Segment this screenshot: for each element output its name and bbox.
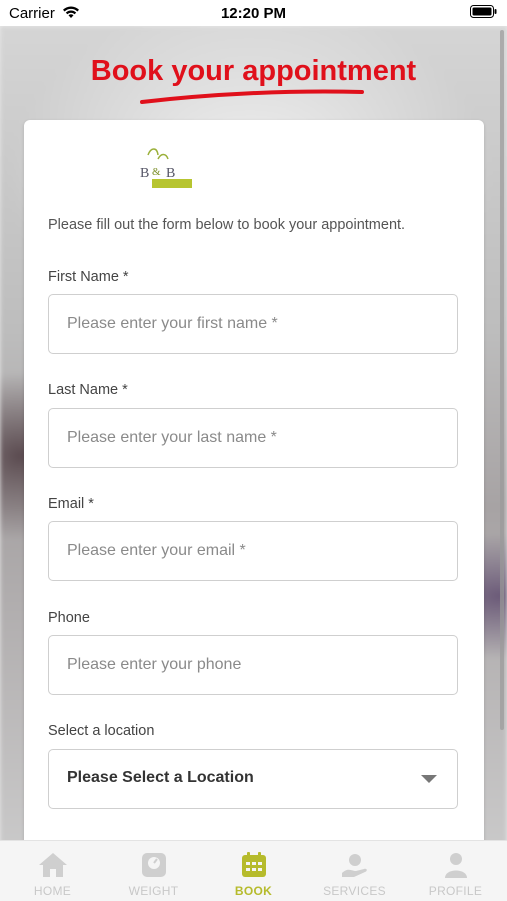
title-underline <box>140 89 364 104</box>
profile-icon <box>445 853 467 878</box>
tab-services-label: SERVICES <box>323 884 386 898</box>
first-name-label: First Name * <box>48 269 129 285</box>
tab-book-label: BOOK <box>234 884 273 898</box>
services-icon <box>342 854 367 877</box>
tab-home[interactable]: HOME <box>2 841 103 901</box>
home-icon <box>39 853 67 877</box>
tab-bar: HOME WEIGHT BOOK SERVICES PROFILE <box>0 840 507 901</box>
svg-text:&: & <box>152 166 161 178</box>
location-label: Select a location <box>48 723 155 739</box>
chevron-down-icon <box>421 775 437 783</box>
clock: 12:20 PM <box>220 5 287 22</box>
phone-label: Phone <box>48 610 90 626</box>
tab-profile[interactable]: PROFILE <box>405 841 506 901</box>
phone-input[interactable] <box>49 636 457 694</box>
email-label: Email * <box>48 496 94 512</box>
last-name-label: Last Name * <box>48 382 128 398</box>
status-bar: Carrier 12:20 PM <box>0 0 507 26</box>
last-name-field[interactable] <box>48 408 458 468</box>
phone-field[interactable] <box>48 635 458 695</box>
tab-book[interactable]: BOOK <box>203 841 304 901</box>
first-name-field[interactable] <box>48 294 458 354</box>
svg-text:B: B <box>166 166 175 181</box>
location-select[interactable]: Please Select a Location <box>48 749 458 809</box>
scrollbar[interactable] <box>500 30 504 730</box>
email-input[interactable] <box>49 522 457 580</box>
tab-home-label: HOME <box>33 884 72 898</box>
battery-icon <box>470 5 497 23</box>
svg-text:B: B <box>140 166 149 181</box>
tab-weight-label: WEIGHT <box>128 884 179 898</box>
tab-profile-label: PROFILE <box>428 884 483 898</box>
calendar-icon <box>242 852 266 877</box>
form-intro: Please fill out the form below to book y… <box>48 217 406 233</box>
first-name-input[interactable] <box>49 295 457 353</box>
scale-icon <box>142 853 166 877</box>
tab-weight[interactable]: WEIGHT <box>103 841 204 901</box>
last-name-input[interactable] <box>49 409 457 467</box>
business-logo: B & B <box>48 145 280 193</box>
location-selected-value: Please Select a Location <box>67 769 254 786</box>
email-field[interactable] <box>48 521 458 581</box>
tab-services[interactable]: SERVICES <box>304 841 405 901</box>
booking-form-card: B & B Please fill out the form below to … <box>24 120 484 880</box>
